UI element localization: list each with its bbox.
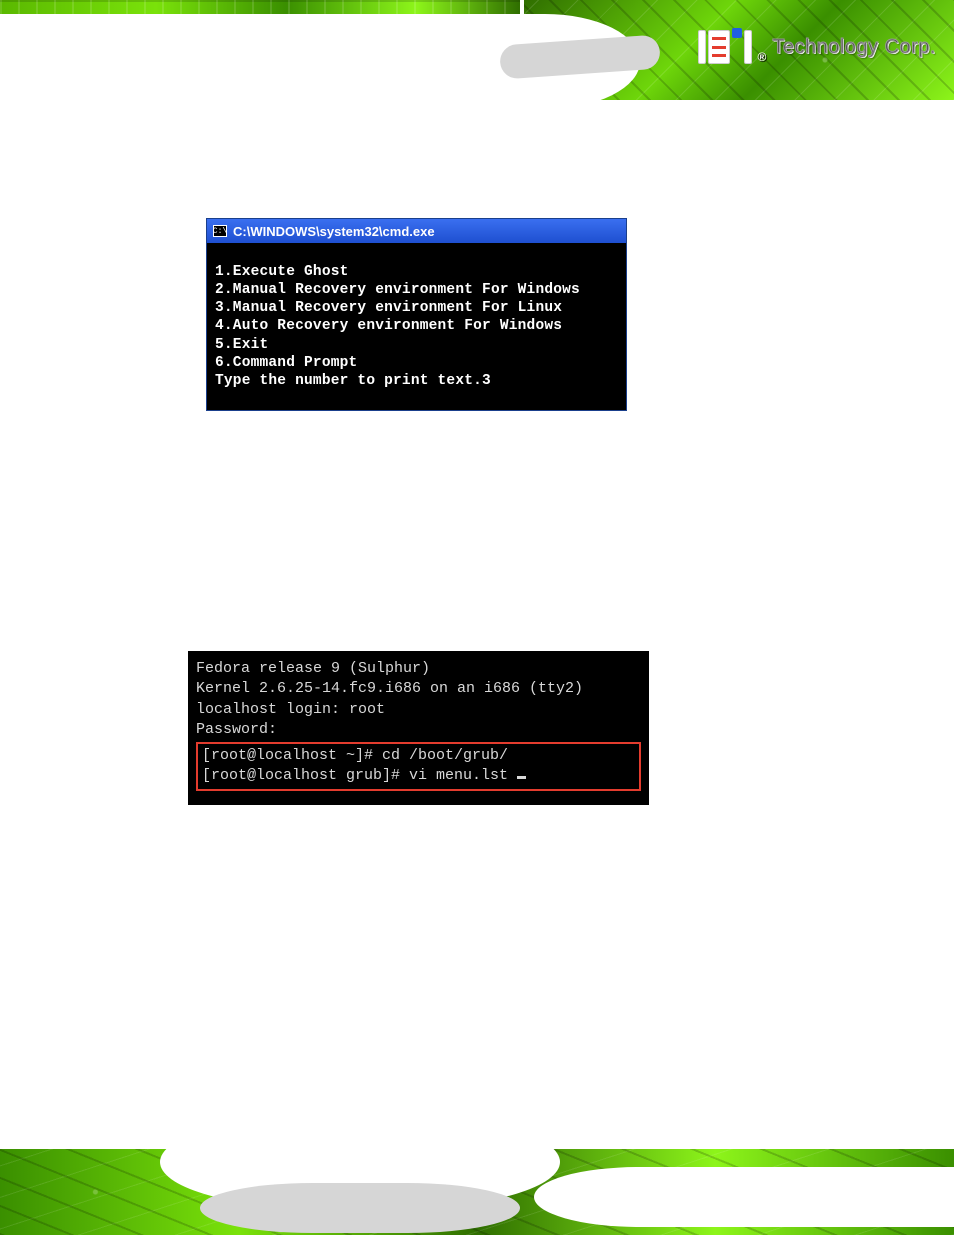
cursor-icon [517,776,526,779]
cmd-titlebar: C:\ C:\WINDOWS\system32\cmd.exe [207,219,626,243]
linux-line: Fedora release 9 (Sulphur) [196,659,641,679]
linux-line: [root@localhost ~]# cd /boot/grub/ [202,746,635,766]
linux-line: localhost login: root [196,700,641,720]
brand-logo: ® Technology Corp. [698,30,937,64]
cmd-line: 2.Manual Recovery environment For Window… [215,281,618,299]
linux-line: [root@localhost grub]# vi menu.lst [202,766,635,786]
footer-band [0,1149,954,1235]
cmd-title: C:\WINDOWS\system32\cmd.exe [233,224,435,239]
brand-tagline: Technology Corp. [772,36,936,59]
linux-line: Kernel 2.6.25-14.fc9.i686 on an i686 (tt… [196,679,641,699]
registered-mark: ® [758,50,767,64]
cmd-line: 5.Exit [215,336,618,354]
linux-terminal: Fedora release 9 (Sulphur) Kernel 2.6.25… [188,651,649,805]
swoosh-white-bottom-right [534,1167,954,1227]
brand-mark-icon [698,30,752,64]
cmd-line: 6.Command Prompt [215,354,618,372]
cmd-window: C:\ C:\WINDOWS\system32\cmd.exe 1.Execut… [206,218,627,411]
linux-line: Password: [196,720,641,740]
header-band: ® Technology Corp. [0,0,954,110]
cmd-line: 1.Execute Ghost [215,263,618,281]
swoosh-grey-bottom [200,1183,520,1233]
cmd-line: Type the number to print text.3 [215,372,618,390]
cmd-line: 4.Auto Recovery environment For Windows [215,317,618,335]
cmd-line: 3.Manual Recovery environment For Linux [215,299,618,317]
cmd-body: 1.Execute Ghost 2.Manual Recovery enviro… [207,243,626,410]
linux-highlight-box: [root@localhost ~]# cd /boot/grub/ [root… [196,742,641,791]
cmd-icon: C:\ [213,225,227,237]
